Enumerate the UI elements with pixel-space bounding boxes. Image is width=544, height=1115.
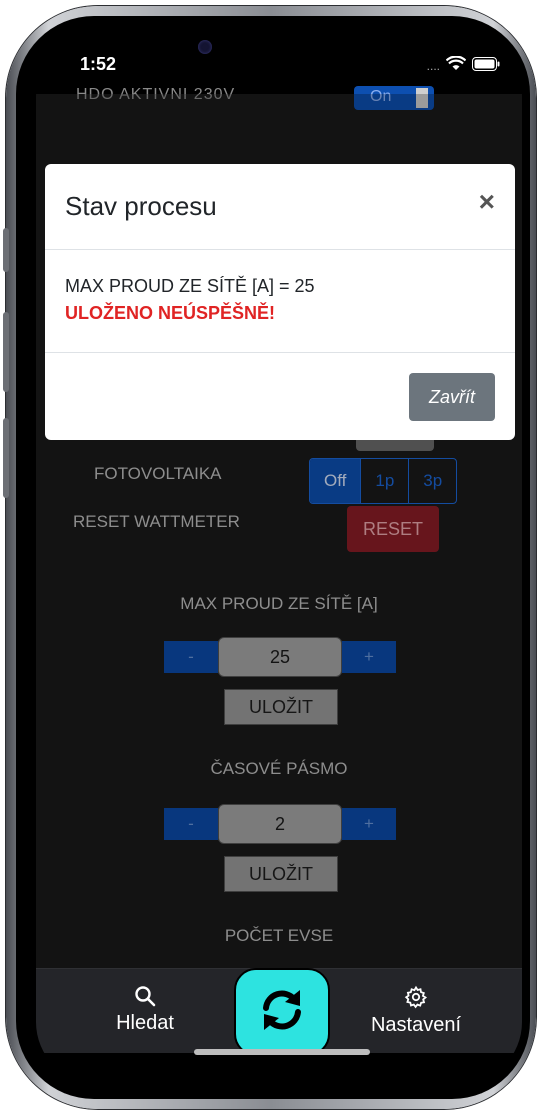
wifi-icon [445,55,467,76]
process-status-modal: Stav procesu × MAX PROUD ZE SÍTĚ [A] = 2… [45,164,515,440]
mute-switch [3,228,9,272]
tab-search-label: Hledat [116,1012,174,1034]
refresh-button[interactable] [234,968,330,1056]
modal-title: Stav procesu [65,191,217,221]
modal-header: Stav procesu × [45,164,515,250]
signal-indicator: .... [426,59,440,73]
tab-search[interactable]: Hledat [110,985,180,1035]
volume-up-button [3,312,9,392]
modal-message: MAX PROUD ZE SÍTĚ [A] = 25 [65,276,315,296]
gear-icon [364,985,468,1014]
status-time: 1:52 [80,54,117,74]
modal-footer: Zavřít [45,352,515,441]
modal-error: ULOŽENO NEÚSPĚŠNĚ! [65,303,276,323]
app-content: HDO AKTIVNI 230V On FOTOVOLTAIKA Off 1p … [36,86,522,974]
close-icon[interactable]: × [479,186,495,218]
modal-body: MAX PROUD ZE SÍTĚ [A] = 25 ULOŽENO NEÚSP… [65,276,505,324]
refresh-icon [256,984,308,1041]
battery-icon [472,56,500,76]
status-icons: .... [426,55,500,76]
volume-down-button [3,418,9,498]
search-icon [110,985,180,1012]
tab-settings[interactable]: Nastavení [364,985,468,1037]
screen: 1:52 .... HDO AKTIVNI 230V On FOTOVOLTAI… [36,34,522,1084]
front-camera [198,40,212,54]
modal-close-button[interactable]: Zavřít [409,373,495,421]
home-indicator [194,1049,370,1055]
tab-settings-label: Nastavení [370,1014,462,1036]
